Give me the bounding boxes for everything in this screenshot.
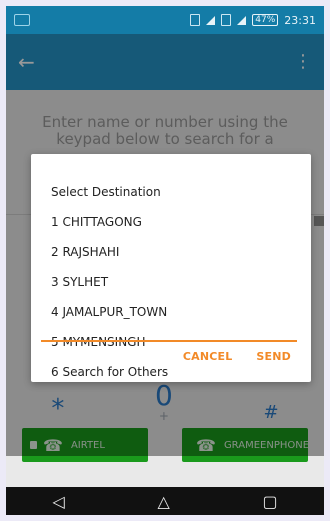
device-frame: 47% 23:31 ← ⋮ Enter name or number using… (0, 0, 330, 521)
recent-square-icon[interactable]: ▢ (263, 492, 278, 511)
send-button[interactable]: SEND (256, 350, 291, 363)
sim-1-icon (190, 14, 201, 26)
status-right: 47% 23:31 (190, 14, 316, 27)
triangle-back-icon[interactable]: ◁ (52, 492, 64, 511)
cancel-button[interactable]: CANCEL (183, 350, 233, 363)
destination-item: 4 JAMALPUR_TOWN (51, 305, 168, 319)
home-circle-icon[interactable]: △ (157, 492, 169, 511)
destination-item: 2 RAJSHAHI (51, 245, 120, 259)
battery-level: 47% (252, 14, 279, 26)
signal-1-icon (206, 15, 216, 25)
destination-item: 3 SYLHET (51, 275, 109, 289)
destination-input[interactable] (41, 320, 297, 342)
clock: 23:31 (284, 13, 316, 27)
destination-item: 6 Search for Others (51, 365, 169, 379)
destination-item: 1 CHITTAGONG (51, 215, 142, 229)
dialog-title: Select Destination (51, 185, 161, 199)
dialog-actions: CANCEL SEND (183, 350, 291, 363)
select-destination-dialog: Select Destination 1 CHITTAGONG 2 RAJSHA… (31, 154, 311, 382)
status-bar: 47% 23:31 (6, 6, 324, 34)
phone-screen: 47% 23:31 ← ⋮ Enter name or number using… (6, 6, 324, 515)
sim-2-icon (221, 14, 232, 26)
system-nav-bar: ◁ △ ▢ (6, 487, 324, 515)
notification-icon (14, 14, 30, 26)
signal-2-icon (237, 15, 247, 25)
